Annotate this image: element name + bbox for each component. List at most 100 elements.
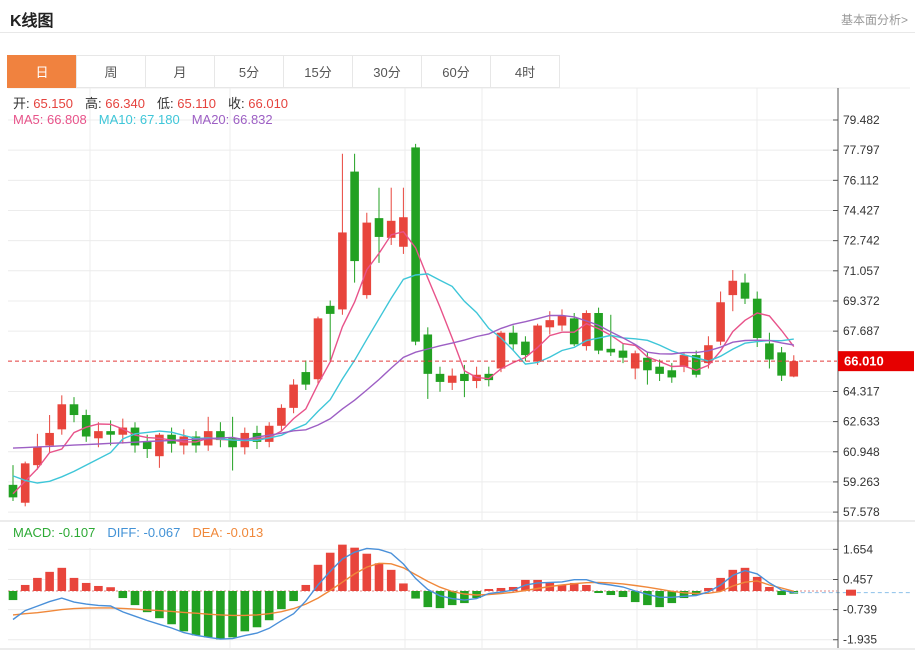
readout-label: 开:	[13, 96, 33, 111]
readout-value: 66.010	[248, 96, 288, 111]
candle[interactable]	[631, 351, 640, 380]
macd-current-marker	[846, 590, 856, 596]
tab-60分[interactable]: 60分	[421, 55, 491, 88]
candle[interactable]	[448, 368, 457, 389]
tab-15分[interactable]: 15分	[283, 55, 353, 88]
macd-bar[interactable]	[619, 591, 628, 597]
candle[interactable]	[765, 333, 774, 369]
macd-bar[interactable]	[45, 572, 54, 591]
tab-4时[interactable]: 4时	[490, 55, 560, 88]
interval-tabbar: 日周月5分15分30分60分4时	[8, 55, 560, 88]
candle[interactable]	[436, 367, 445, 392]
candle[interactable]	[314, 317, 323, 385]
candle[interactable]	[387, 188, 396, 245]
macd-bar[interactable]	[753, 577, 762, 591]
macd-bar[interactable]	[631, 591, 640, 602]
macd-bar[interactable]	[58, 568, 67, 591]
macd-bar[interactable]	[70, 578, 79, 591]
macd-bar[interactable]	[33, 578, 42, 591]
candle[interactable]	[338, 154, 347, 315]
macd-bar[interactable]	[582, 585, 591, 591]
diff-line	[13, 548, 794, 639]
tab-月[interactable]: 月	[145, 55, 215, 88]
candle[interactable]	[70, 397, 79, 422]
candle[interactable]	[729, 270, 738, 311]
macd-bar[interactable]	[594, 591, 603, 593]
svg-text:-0.739: -0.739	[843, 603, 877, 617]
candle[interactable]	[777, 347, 786, 381]
macd-bar[interactable]	[94, 586, 103, 591]
macd-bar[interactable]	[265, 591, 274, 620]
readout-value: 66.340	[105, 96, 145, 111]
candle[interactable]	[692, 351, 701, 378]
tab-周[interactable]: 周	[76, 55, 146, 88]
macd-bar[interactable]	[21, 585, 30, 591]
candle[interactable]	[399, 188, 408, 254]
macd-bar[interactable]	[655, 591, 664, 607]
readout-value: -0.013	[226, 525, 263, 540]
candle[interactable]	[9, 465, 18, 501]
candle[interactable]	[716, 292, 725, 346]
tab-日[interactable]: 日	[7, 55, 77, 88]
macd-bar[interactable]	[277, 591, 286, 609]
candle[interactable]	[741, 274, 750, 304]
macd-bar[interactable]	[180, 591, 189, 631]
candle[interactable]	[704, 336, 713, 368]
macd-bar[interactable]	[387, 570, 396, 591]
candle[interactable]	[131, 422, 140, 452]
candle[interactable]	[424, 327, 433, 399]
macd-bar[interactable]	[424, 591, 433, 607]
macd-bar[interactable]	[302, 585, 311, 591]
macd-bar[interactable]	[241, 591, 250, 631]
svg-text:76.112: 76.112	[843, 173, 879, 187]
candle[interactable]	[58, 395, 67, 434]
macd-bar[interactable]	[411, 591, 420, 599]
svg-text:0.457: 0.457	[843, 572, 873, 586]
candle[interactable]	[790, 355, 799, 377]
macd-bar[interactable]	[497, 588, 506, 591]
readout-label: DIFF:	[107, 525, 143, 540]
macd-bar[interactable]	[143, 591, 152, 612]
macd-bar[interactable]	[9, 591, 18, 600]
svg-text:64.317: 64.317	[843, 384, 880, 398]
svg-text:77.797: 77.797	[843, 143, 880, 157]
macd-bar[interactable]	[375, 563, 384, 591]
candle[interactable]	[753, 292, 762, 347]
readout-label: MA10:	[99, 112, 140, 127]
tab-30分[interactable]: 30分	[352, 55, 422, 88]
macd-bar[interactable]	[167, 591, 176, 624]
candle[interactable]	[363, 213, 372, 299]
macd-bar[interactable]	[777, 591, 786, 595]
candle[interactable]	[302, 360, 311, 390]
candle[interactable]	[375, 188, 384, 263]
candle[interactable]	[582, 310, 591, 350]
candle[interactable]	[497, 331, 506, 372]
macd-bar[interactable]	[607, 591, 616, 595]
macd-bar[interactable]	[253, 591, 262, 627]
macd-bar[interactable]	[119, 591, 128, 598]
macd-bar[interactable]	[82, 583, 91, 591]
macd-bar[interactable]	[314, 565, 323, 591]
readout-label: MACD:	[13, 525, 59, 540]
ma20-line	[13, 315, 794, 448]
tab-5分[interactable]: 5分	[214, 55, 284, 88]
readout-label: DEA:	[192, 525, 226, 540]
readout-label: MA5:	[13, 112, 47, 127]
macd-bar[interactable]	[289, 591, 298, 601]
macd-bar[interactable]	[363, 554, 372, 591]
svg-text:72.742: 72.742	[843, 234, 880, 248]
macd-bar[interactable]	[399, 583, 408, 591]
readout-value: 66.832	[233, 112, 273, 127]
macd-bar[interactable]	[765, 587, 774, 591]
macd-bar[interactable]	[155, 591, 164, 618]
candle[interactable]	[289, 379, 298, 413]
candle[interactable]	[558, 309, 567, 330]
macd-bar[interactable]	[106, 587, 115, 591]
svg-text:59.263: 59.263	[843, 475, 880, 489]
candle[interactable]	[619, 343, 628, 363]
macd-bar[interactable]	[131, 591, 140, 605]
candle[interactable]	[216, 422, 225, 447]
candle[interactable]	[350, 154, 359, 283]
macd-bar[interactable]	[485, 589, 494, 591]
macd-bar[interactable]	[228, 591, 237, 637]
